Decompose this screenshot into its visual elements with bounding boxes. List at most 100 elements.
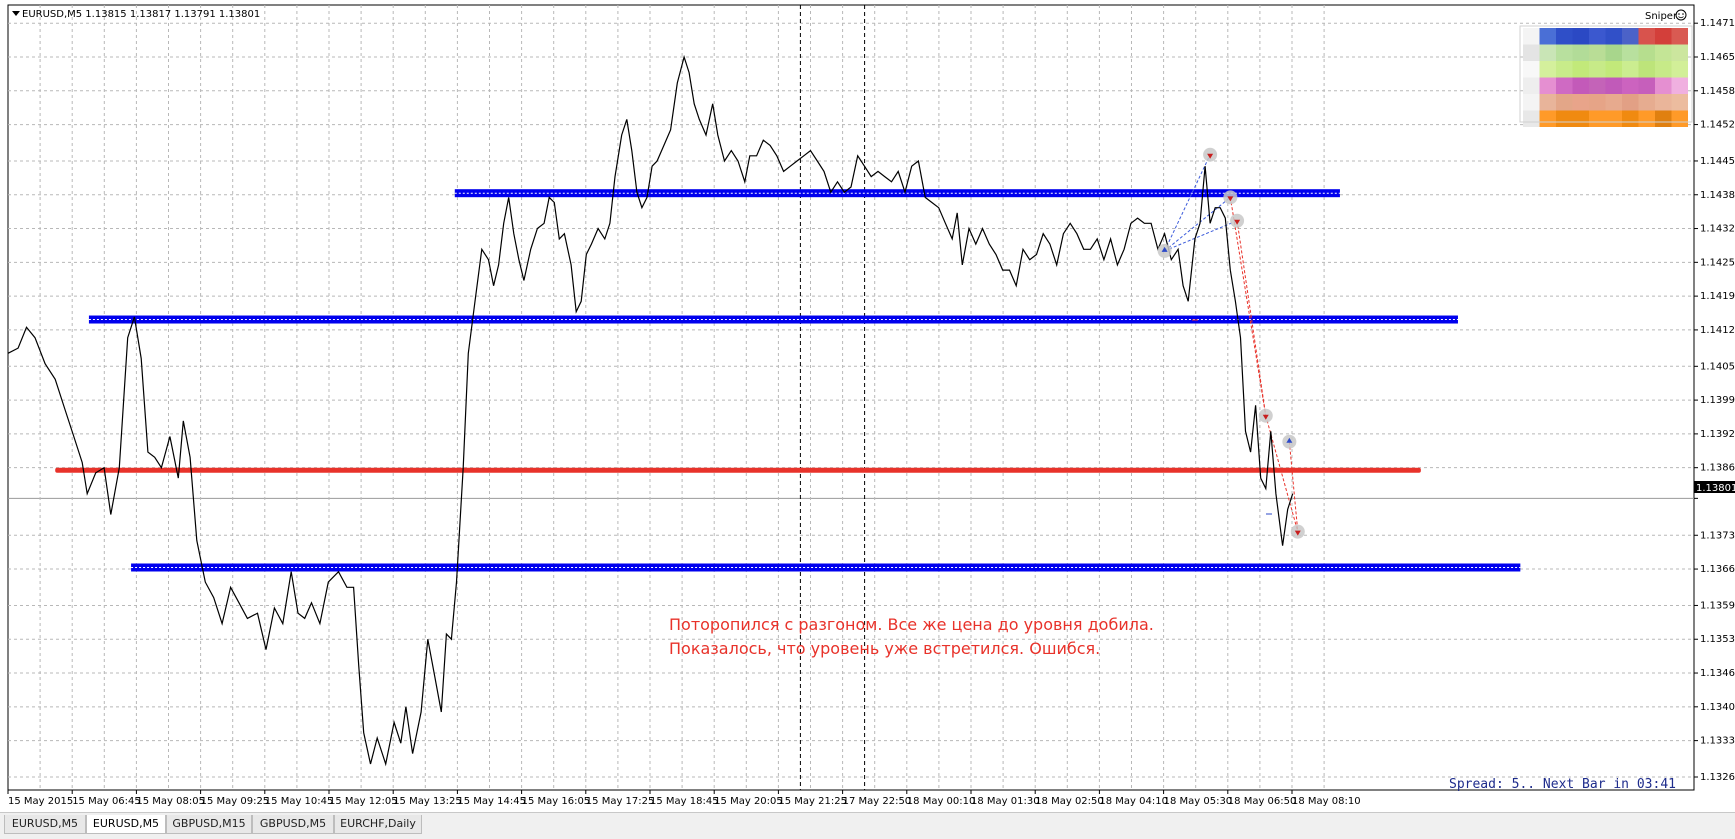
x-tick-label: 18 May 02:50 xyxy=(1035,796,1104,807)
x-tick-label: 18 May 01:30 xyxy=(971,796,1040,807)
x-tick-label: 15 May 10:45 xyxy=(265,796,334,807)
panel-cell xyxy=(1572,28,1589,45)
panel-cell xyxy=(1622,77,1639,94)
panel-cell xyxy=(1572,61,1589,78)
y-tick-label: 1.13730 xyxy=(1700,530,1735,541)
chart-window[interactable]: 1.14715 1.14650 1.14585 1.14520 1.14450 1.143… xyxy=(0,0,1735,838)
plot-area[interactable] xyxy=(7,4,1695,791)
panel-cell xyxy=(1556,44,1573,61)
x-tick-label: 15 May 14:45 xyxy=(457,796,526,807)
price-chart[interactable]: 1.14715 1.14650 1.14585 1.14520 1.14450 1.143… xyxy=(0,0,1735,812)
panel-cell xyxy=(1523,44,1540,61)
y-tick-label: 1.13990 xyxy=(1700,395,1735,406)
panel-cell xyxy=(1539,44,1556,61)
tab-eurchf-daily[interactable]: EURCHF,Daily xyxy=(334,815,422,834)
y-tick-label: 1.14125 xyxy=(1700,325,1735,336)
panel-cell xyxy=(1671,110,1688,127)
panel-cell xyxy=(1671,28,1688,45)
panel-cell xyxy=(1523,61,1540,78)
panel-cell xyxy=(1556,77,1573,94)
panel-cell xyxy=(1523,28,1540,45)
panel-cell xyxy=(1622,110,1639,127)
x-tick-label: 15 May 18:45 xyxy=(650,796,719,807)
panel-cell xyxy=(1556,28,1573,45)
annotation-line-2: Показалось, что уровень уже встретился. … xyxy=(669,639,1100,658)
panel-cell xyxy=(1638,77,1655,94)
panel-cell xyxy=(1572,77,1589,94)
panel-cell xyxy=(1605,61,1622,78)
y-tick-label: 1.14320 xyxy=(1700,224,1735,235)
panel-cell xyxy=(1671,44,1688,61)
panel-cell xyxy=(1638,94,1655,111)
x-tick-label: 18 May 00:10 xyxy=(907,796,976,807)
tab-gbpusd-m15[interactable]: GBPUSD,M15 xyxy=(166,815,252,834)
panel-cell xyxy=(1655,44,1672,61)
y-tick-label: 1.13595 xyxy=(1700,600,1735,611)
panel-cell xyxy=(1589,61,1606,78)
x-axis: 15 May 201515 May 06:4515 May 08:0515 Ma… xyxy=(7,790,1361,807)
y-tick-label: 1.14385 xyxy=(1700,190,1735,201)
panel-cell xyxy=(1556,61,1573,78)
y-tick-label: 1.13860 xyxy=(1700,463,1735,474)
y-tick-label: 1.13400 xyxy=(1700,702,1735,713)
x-tick-label: 15 May 2015 xyxy=(8,796,73,807)
x-tick-label: 15 May 06:45 xyxy=(72,796,141,807)
panel-cell xyxy=(1539,110,1556,127)
panel-cell xyxy=(1589,28,1606,45)
panel-cell xyxy=(1655,28,1672,45)
y-tick-label: 1.14190 xyxy=(1700,291,1735,302)
panel-cell xyxy=(1671,77,1688,94)
panel-cell xyxy=(1572,94,1589,111)
y-tick-label: 1.14255 xyxy=(1700,257,1735,268)
panel-cell xyxy=(1622,28,1639,45)
tab-eurusd-m5-1[interactable]: EURUSD,M5 xyxy=(4,815,86,834)
spread-next-bar-info: Spread: 5.. Next Bar in 03:41 xyxy=(1449,777,1676,792)
x-tick-label: 15 May 21:25 xyxy=(778,796,847,807)
x-tick-label: 18 May 06:50 xyxy=(1228,796,1297,807)
x-tick-label: 17 May 22:50 xyxy=(843,796,912,807)
panel-cell xyxy=(1589,44,1606,61)
chart-tab-bar: EURUSD,M5 EURUSD,M5 GBPUSD,M15 GBPUSD,M5… xyxy=(0,812,1735,839)
indicator-name: Sniper xyxy=(1645,11,1678,22)
panel-cell xyxy=(1572,44,1589,61)
y-tick-label: 1.13665 xyxy=(1700,564,1735,575)
panel-cell xyxy=(1523,94,1540,111)
x-tick-label: 18 May 08:10 xyxy=(1292,796,1361,807)
panel-cell xyxy=(1556,110,1573,127)
y-tick-label: 1.13335 xyxy=(1700,736,1735,747)
x-tick-label: 15 May 09:25 xyxy=(201,796,270,807)
panel-cell xyxy=(1539,94,1556,111)
y-tick-label: 1.13465 xyxy=(1700,668,1735,679)
panel-cell xyxy=(1589,94,1606,111)
panel-cell xyxy=(1572,110,1589,127)
panel-cell xyxy=(1622,44,1639,61)
y-tick-label: 1.14650 xyxy=(1700,52,1735,63)
panel-cell xyxy=(1589,77,1606,94)
y-tick-label: 1.13530 xyxy=(1700,634,1735,645)
x-tick-label: 15 May 12:05 xyxy=(329,796,398,807)
tab-eurusd-m5-2[interactable]: EURUSD,M5 xyxy=(86,815,166,834)
panel-cell xyxy=(1605,77,1622,94)
panel-cell xyxy=(1655,94,1672,111)
panel-cell xyxy=(1605,28,1622,45)
ohlc-header: EURUSD,M5 1.13815 1.13817 1.13791 1.1380… xyxy=(22,9,260,20)
y-axis: 1.14715 1.14650 1.14585 1.14520 1.14450 1.143… xyxy=(1694,18,1735,783)
panel-cell xyxy=(1638,61,1655,78)
x-tick-label: 15 May 20:05 xyxy=(714,796,783,807)
y-tick-label: 1.14520 xyxy=(1700,120,1735,131)
y-tick-label: 1.14585 xyxy=(1700,86,1735,97)
resistance-level[interactable] xyxy=(55,467,1421,473)
panel-cell xyxy=(1655,110,1672,127)
x-tick-label: 15 May 08:05 xyxy=(136,796,205,807)
panel-cell xyxy=(1622,61,1639,78)
panel-cell xyxy=(1556,94,1573,111)
y-tick-label: 1.14715 xyxy=(1700,18,1735,29)
panel-cell xyxy=(1589,110,1606,127)
y-tick-label: 1.13925 xyxy=(1700,429,1735,440)
tab-gbpusd-m5[interactable]: GBPUSD,M5 xyxy=(252,815,334,834)
x-tick-label: 15 May 13:25 xyxy=(393,796,462,807)
panel-cell xyxy=(1605,44,1622,61)
panel-cell xyxy=(1671,61,1688,78)
panel-cell xyxy=(1638,28,1655,45)
panel-cell xyxy=(1539,61,1556,78)
